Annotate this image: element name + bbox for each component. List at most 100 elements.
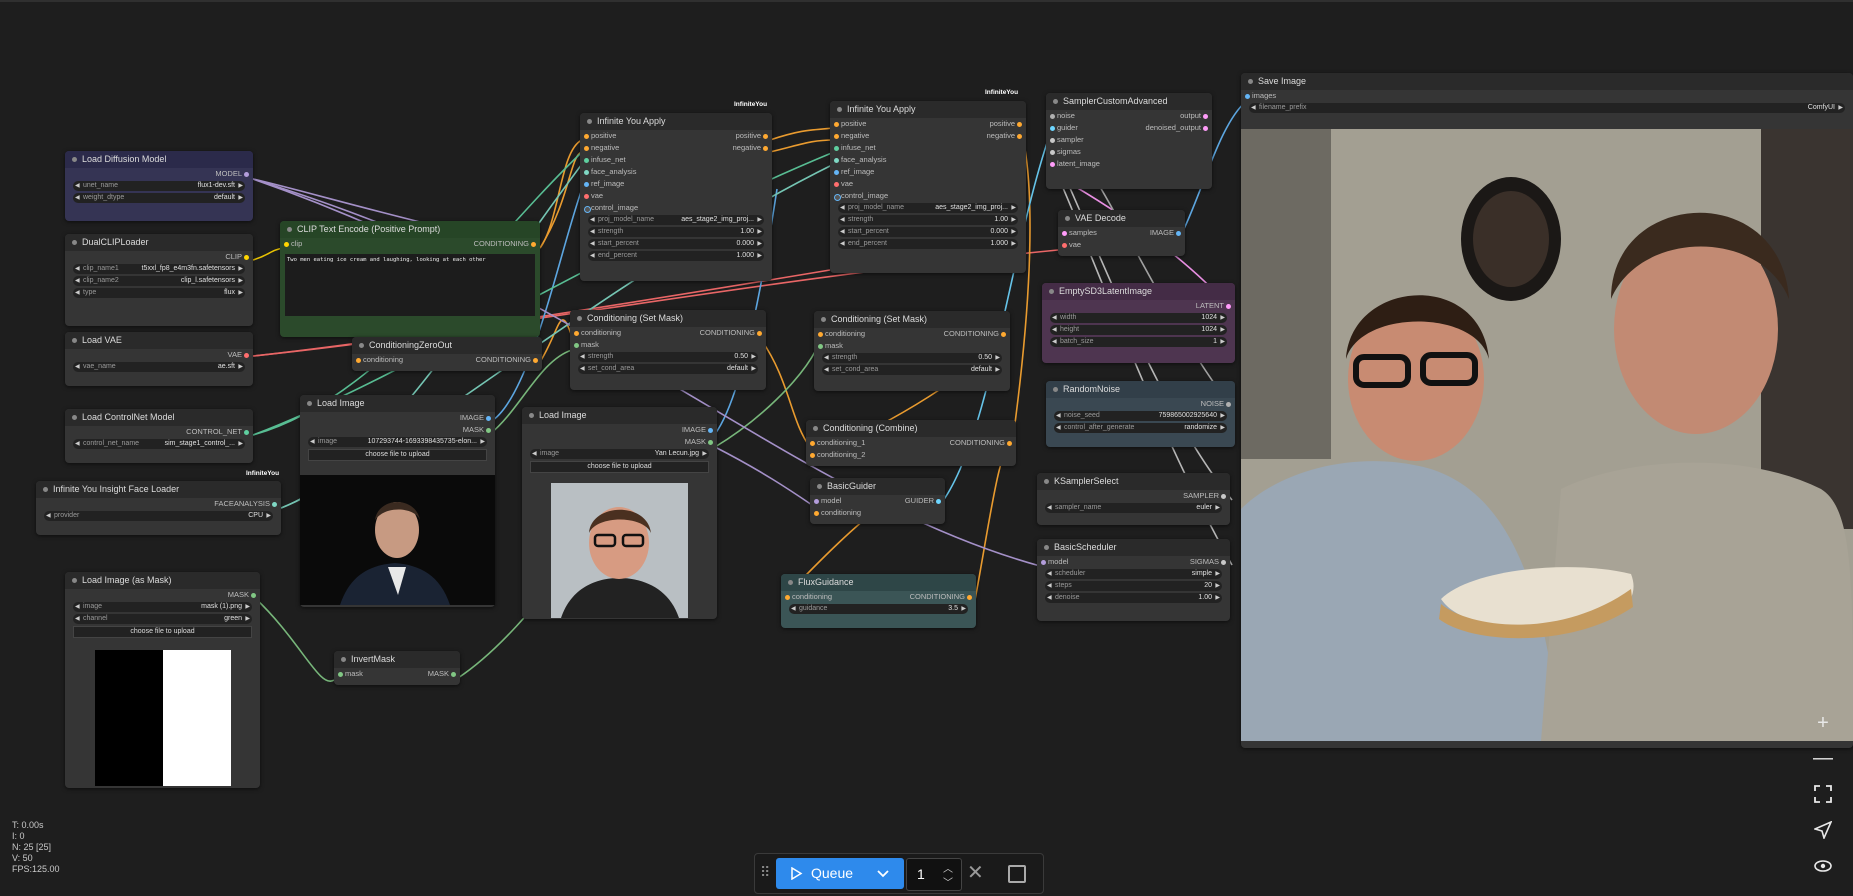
input-slot[interactable]	[574, 331, 579, 336]
drag-handle-icon[interactable]: ⠿	[760, 864, 770, 881]
output-slot[interactable]	[708, 428, 713, 433]
upload-button[interactable]: choose file to upload	[73, 626, 252, 638]
node-random-noise[interactable]: RandomNoise NOISE noise_seed759865002925…	[1046, 381, 1235, 447]
node-conditioning-set-mask-1[interactable]: Conditioning (Set Mask) conditioning COND…	[570, 310, 766, 390]
decrement-icon[interactable]: ﹀	[943, 874, 953, 889]
widget-width[interactable]: width1024	[1050, 313, 1227, 323]
output-slot[interactable]	[708, 440, 713, 445]
node-vae-decode[interactable]: VAE Decode samples IMAGE vae	[1058, 210, 1185, 256]
output-slot[interactable]	[967, 595, 972, 600]
widget-end-percent[interactable]: end_percent1.000	[838, 239, 1018, 249]
widget-vae-name[interactable]: vae_nameae.sft	[73, 362, 245, 372]
node-conditioning-set-mask-2[interactable]: Conditioning (Set Mask) conditioning COND…	[814, 311, 1010, 391]
output-slot[interactable]	[936, 499, 941, 504]
widget-sampler-name[interactable]: sampler_nameeuler	[1045, 503, 1222, 513]
output-slot[interactable]	[451, 672, 456, 677]
widget-control-after-generate[interactable]: control_after_generaterandomize	[1054, 423, 1227, 433]
node-invert-mask[interactable]: InvertMask mask MASK	[334, 651, 460, 685]
widget-image[interactable]: image107293744-1693398435735-elon...	[308, 437, 487, 447]
node-load-controlnet[interactable]: Load ControlNet Model CONTROL_NET contro…	[65, 409, 253, 463]
fit-view-icon[interactable]	[1805, 777, 1841, 811]
input-slot[interactable]	[584, 158, 589, 163]
input-slot[interactable]	[818, 332, 823, 337]
widget-proj-model-name[interactable]: proj_model_nameaes_stage2_img_proj...	[588, 215, 764, 225]
input-slot[interactable]	[818, 344, 823, 349]
node-insight-face-loader[interactable]: Infinite You Insight Face Loader FACEANA…	[36, 481, 281, 535]
input-slot[interactable]	[584, 194, 589, 199]
widget-channel[interactable]: channelgreen	[73, 614, 252, 624]
node-dual-clip-loader[interactable]: DualCLIPLoader CLIP clip_name1t5xxl_fp8_…	[65, 234, 253, 326]
batch-count-input[interactable]: 1 ︿ ﹀	[906, 858, 962, 891]
locate-icon[interactable]	[1805, 813, 1841, 847]
widget-image[interactable]: imagemask (1).png	[73, 602, 252, 612]
output-slot[interactable]	[486, 428, 491, 433]
output-slot[interactable]	[251, 593, 256, 598]
widget-set-cond-area[interactable]: set_cond_areadefault	[822, 365, 1002, 375]
node-load-image-as-mask[interactable]: Load Image (as Mask) MASK imagemask (1).…	[65, 572, 260, 788]
node-infinite-you-apply-2[interactable]: Infinite You Apply positive positive nega…	[830, 101, 1026, 273]
widget-weight-dtype[interactable]: weight_dtypedefault	[73, 193, 245, 203]
widget-noise-seed[interactable]: noise_seed759865002925640	[1054, 411, 1227, 421]
output-slot[interactable]	[1221, 560, 1226, 565]
widget-strength[interactable]: strength0.50	[822, 353, 1002, 363]
increment-icon[interactable]: ︿	[943, 860, 953, 875]
input-slot[interactable]	[338, 672, 343, 677]
widget-start-percent[interactable]: start_percent0.000	[838, 227, 1018, 237]
input-slot[interactable]	[814, 511, 819, 516]
input-slot[interactable]	[834, 170, 839, 175]
output-slot[interactable]	[486, 416, 491, 421]
input-slot[interactable]	[1050, 138, 1055, 143]
input-slot[interactable]	[1050, 114, 1055, 119]
output-slot[interactable]	[763, 134, 768, 139]
output-slot[interactable]	[763, 146, 768, 151]
widget-denoise[interactable]: denoise1.00	[1045, 593, 1222, 603]
node-conditioning-zero-out[interactable]: ConditioningZeroOut conditioning CONDITIO…	[352, 337, 542, 371]
node-conditioning-combine[interactable]: Conditioning (Combine) conditioning_1 CON…	[806, 420, 1016, 466]
input-slot[interactable]	[584, 182, 589, 187]
widget-strength[interactable]: strength1.00	[588, 227, 764, 237]
node-flux-guidance[interactable]: FluxGuidance conditioning CONDITIONING gu…	[781, 574, 976, 628]
eye-icon[interactable]	[1805, 849, 1841, 883]
stop-icon[interactable]	[1008, 865, 1026, 883]
widget-filename-prefix[interactable]: filename_prefixComfyUI	[1249, 103, 1845, 113]
output-slot[interactable]	[1203, 126, 1208, 131]
input-slot[interactable]	[785, 595, 790, 600]
output-slot[interactable]	[1007, 441, 1012, 446]
input-slot[interactable]	[356, 358, 361, 363]
node-load-image-2[interactable]: Load Image IMAGE MASK imageYan Lecun.jpg…	[522, 407, 717, 619]
input-slot[interactable]	[834, 194, 841, 201]
widget-guidance[interactable]: guidance3.5	[789, 604, 968, 614]
output-slot[interactable]	[1226, 402, 1231, 407]
input-slot[interactable]	[1050, 162, 1055, 167]
widget-image[interactable]: imageYan Lecun.jpg	[530, 449, 709, 459]
output-slot[interactable]	[244, 430, 249, 435]
node-basic-scheduler[interactable]: BasicScheduler model SIGMAS schedulersimp…	[1037, 539, 1230, 621]
node-clip-text-encode[interactable]: CLIP Text Encode (Positive Prompt) clip C…	[280, 221, 540, 337]
input-slot[interactable]	[584, 170, 589, 175]
widget-start-percent[interactable]: start_percent0.000	[588, 239, 764, 249]
input-slot[interactable]	[574, 343, 579, 348]
widget-scheduler[interactable]: schedulersimple	[1045, 569, 1222, 579]
widget-height[interactable]: height1024	[1050, 325, 1227, 335]
output-slot[interactable]	[272, 502, 277, 507]
widget-set-cond-area[interactable]: set_cond_areadefault	[578, 364, 758, 374]
input-slot[interactable]	[1050, 126, 1055, 131]
upload-button[interactable]: choose file to upload	[308, 449, 487, 461]
zoom-out-icon[interactable]: —	[1805, 741, 1841, 775]
output-slot[interactable]	[1221, 494, 1226, 499]
node-sampler-custom-advanced[interactable]: SamplerCustomAdvanced noise output guider…	[1046, 93, 1212, 189]
input-slot[interactable]	[834, 122, 839, 127]
output-slot[interactable]	[1017, 122, 1022, 127]
input-slot[interactable]	[584, 146, 589, 151]
input-slot[interactable]	[1245, 94, 1250, 99]
node-ksampler-select[interactable]: KSamplerSelect SAMPLER sampler_nameeuler	[1037, 473, 1230, 525]
output-slot[interactable]	[531, 242, 536, 247]
output-slot[interactable]	[1203, 114, 1208, 119]
input-slot[interactable]	[810, 453, 815, 458]
upload-button[interactable]: choose file to upload	[530, 461, 709, 473]
input-slot[interactable]	[584, 134, 589, 139]
widget-strength[interactable]: strength1.00	[838, 215, 1018, 225]
input-slot[interactable]	[1041, 560, 1046, 565]
node-load-image-1[interactable]: Load Image IMAGE MASK image107293744-169…	[300, 395, 495, 607]
widget-clip-name2[interactable]: clip_name2clip_l.safetensors	[73, 276, 245, 286]
